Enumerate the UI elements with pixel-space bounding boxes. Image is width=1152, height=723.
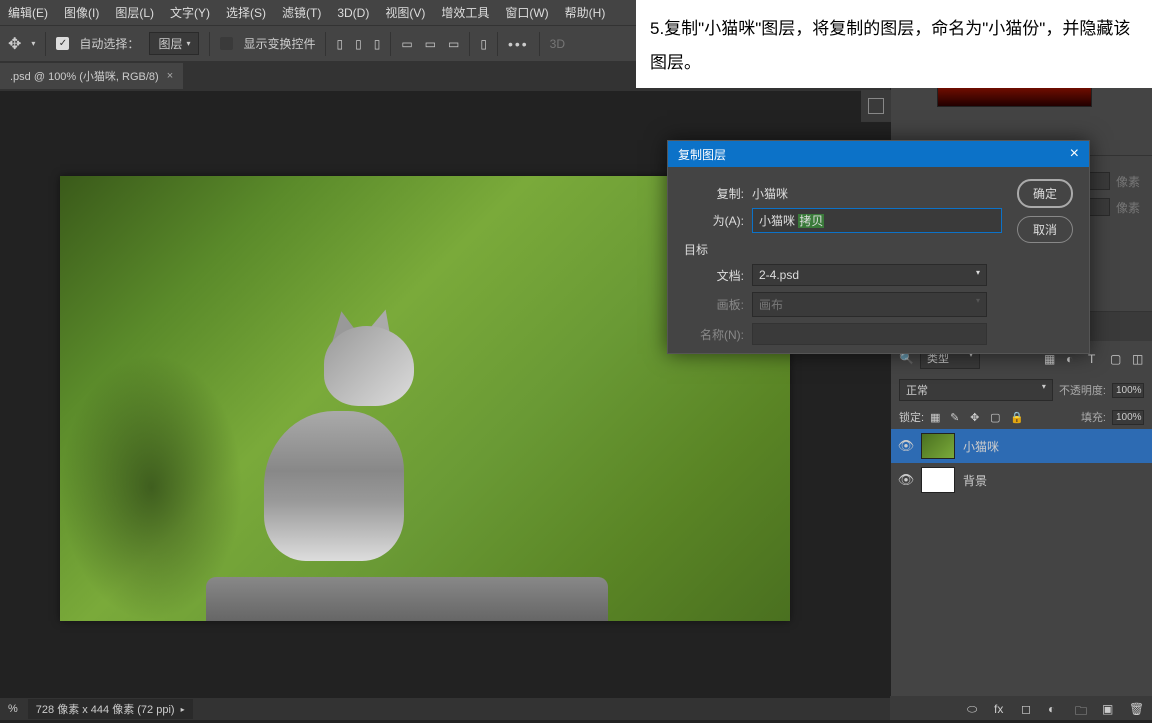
filter-smart-icon[interactable]: ◫ bbox=[1132, 352, 1144, 364]
distribute-icon[interactable]: ▯ bbox=[480, 37, 487, 51]
target-section-label: 目标 bbox=[684, 241, 1005, 258]
pixel-unit: 像素 bbox=[1116, 199, 1140, 216]
visibility-toggle-icon[interactable]: 👁 bbox=[899, 473, 913, 487]
link-layers-icon[interactable]: ⬭ bbox=[967, 702, 980, 715]
doc-dims-box[interactable]: 728 像素 x 444 像素 (72 ppi) ▸ bbox=[28, 699, 193, 719]
lock-row: 锁定: ▦ ✎ ✥ ▢ 🔒 填充: 100% bbox=[891, 405, 1152, 429]
status-bar: % 728 像素 x 444 像素 (72 ppi) ▸ bbox=[0, 698, 890, 720]
adjustment-layer-icon[interactable]: ◐ bbox=[1048, 702, 1061, 715]
separator bbox=[45, 32, 46, 56]
menu-3d[interactable]: 3D(D) bbox=[337, 6, 369, 20]
align-top-icon[interactable]: ▭ bbox=[401, 37, 412, 51]
as-label: 为(A): bbox=[684, 212, 744, 229]
align-left-icon[interactable]: ▯ bbox=[336, 37, 343, 51]
name-label: 名称(N): bbox=[684, 326, 744, 343]
artboard-dropdown: 画布▾ bbox=[752, 292, 987, 317]
menu-filter[interactable]: 滤镜(T) bbox=[282, 4, 321, 21]
ok-button[interactable]: 确定 bbox=[1017, 179, 1073, 208]
menu-edit[interactable]: 编辑(E) bbox=[8, 4, 48, 21]
layer-item[interactable]: 👁 小猫咪 bbox=[891, 429, 1152, 463]
blend-row: 正常▾ 不透明度: 100% bbox=[891, 375, 1152, 405]
fill-value[interactable]: 100% bbox=[1112, 410, 1144, 425]
lock-all-icon[interactable]: 🔒 bbox=[1010, 411, 1022, 423]
layer-list: 👁 小猫咪 👁 背景 bbox=[891, 429, 1152, 497]
copy-label: 复制: bbox=[684, 185, 744, 202]
new-group-icon[interactable]: 🗀 bbox=[1075, 702, 1088, 715]
copy-value: 小猫咪 bbox=[752, 185, 788, 202]
opacity-label: 不透明度: bbox=[1059, 382, 1106, 398]
separator bbox=[390, 32, 391, 56]
valign-icons-group: ▭ ▭ ▭ bbox=[401, 37, 459, 51]
document-dropdown[interactable]: 2-4.psd▾ bbox=[752, 264, 987, 286]
document-label: 文档: bbox=[684, 267, 744, 284]
menu-enhance[interactable]: 增效工具 bbox=[441, 4, 489, 21]
as-input[interactable]: 小猫咪 拷贝 bbox=[752, 208, 1002, 233]
3d-mode-label[interactable]: 3D bbox=[550, 37, 565, 51]
tool-preset-chevron-icon[interactable]: ▾ bbox=[31, 39, 35, 48]
layers-panel-footer: ⬭ fx ◻ ◐ 🗀 ▣ 🗑 bbox=[890, 696, 1152, 720]
document-tab[interactable]: .psd @ 100% (小猫咪, RGB/8) × bbox=[0, 63, 183, 89]
align-v-center-icon[interactable]: ▭ bbox=[425, 37, 436, 51]
doc-tab-title: .psd @ 100% (小猫咪, RGB/8) bbox=[10, 68, 159, 84]
cancel-button[interactable]: 取消 bbox=[1017, 216, 1073, 243]
autoselect-checkbox[interactable]: ✓ bbox=[56, 37, 69, 50]
panel-icon-1[interactable] bbox=[868, 98, 884, 114]
menu-select[interactable]: 选择(S) bbox=[226, 4, 266, 21]
pixel-unit: 像素 bbox=[1116, 173, 1140, 190]
fill-label: 填充: bbox=[1081, 409, 1106, 425]
layer-name[interactable]: 小猫咪 bbox=[963, 438, 999, 455]
dialog-title: 复制图层 bbox=[678, 146, 726, 163]
separator bbox=[539, 32, 540, 56]
menu-window[interactable]: 窗口(W) bbox=[505, 4, 548, 21]
separator bbox=[209, 32, 210, 56]
dialog-close-icon[interactable]: × bbox=[1070, 145, 1079, 163]
new-layer-icon[interactable]: ▣ bbox=[1102, 702, 1115, 715]
menu-text[interactable]: 文字(Y) bbox=[170, 4, 210, 21]
zoom-value[interactable]: % bbox=[8, 703, 18, 715]
align-h-center-icon[interactable]: ▯ bbox=[355, 37, 362, 51]
menu-view[interactable]: 视图(V) bbox=[385, 4, 425, 21]
opacity-value[interactable]: 100% bbox=[1112, 383, 1144, 398]
filter-shape-icon[interactable]: ▢ bbox=[1110, 352, 1122, 364]
more-options-icon[interactable]: ••• bbox=[508, 36, 529, 52]
instruction-text: 5.复制"小猫咪"图层，将复制的图层，命名为"小猫份"，并隐藏该图层。 bbox=[650, 19, 1130, 72]
menu-image[interactable]: 图像(I) bbox=[64, 4, 99, 21]
right-panel-area: 像素 像素 ▾ ⇥ ⤒ ▾ 对齐并分布 图层 通道 路径 🔍 类型▾ bbox=[890, 25, 1152, 720]
chevron-right-icon: ▸ bbox=[181, 705, 185, 714]
align-right-icon[interactable]: ▯ bbox=[374, 37, 381, 51]
name-input bbox=[752, 323, 987, 345]
blend-mode-dropdown[interactable]: 正常▾ bbox=[899, 379, 1053, 401]
lock-brush-icon[interactable]: ✎ bbox=[950, 411, 962, 423]
menu-help[interactable]: 帮助(H) bbox=[565, 4, 606, 21]
layer-item[interactable]: 👁 背景 bbox=[891, 463, 1152, 497]
visibility-toggle-icon[interactable]: 👁 bbox=[899, 439, 913, 453]
panel-toggle-strip bbox=[861, 90, 891, 122]
separator bbox=[497, 32, 498, 56]
layer-thumbnail[interactable] bbox=[921, 433, 955, 459]
autoselect-dropdown[interactable]: 图层▾ bbox=[149, 32, 199, 55]
duplicate-layer-dialog: 复制图层 × 复制: 小猫咪 为(A): 小猫咪 拷贝 目标 文档: 2-4.p… bbox=[667, 140, 1090, 354]
align-bottom-icon[interactable]: ▭ bbox=[448, 37, 459, 51]
align-icons-group: ▯ ▯ ▯ bbox=[336, 37, 380, 51]
layer-style-icon[interactable]: fx bbox=[994, 702, 1007, 715]
dialog-titlebar[interactable]: 复制图层 × bbox=[668, 141, 1089, 167]
separator bbox=[325, 32, 326, 56]
close-tab-icon[interactable]: × bbox=[167, 70, 173, 82]
lock-position-icon[interactable]: ✥ bbox=[970, 411, 982, 423]
separator bbox=[469, 32, 470, 56]
layer-name[interactable]: 背景 bbox=[963, 472, 987, 489]
lock-label: 锁定: bbox=[899, 409, 924, 425]
instruction-overlay: 5.复制"小猫咪"图层，将复制的图层，命名为"小猫份"，并隐藏该图层。 bbox=[636, 0, 1152, 88]
lock-artboard-icon[interactable]: ▢ bbox=[990, 411, 1002, 423]
artboard-label: 画板: bbox=[684, 296, 744, 313]
move-tool-icon[interactable]: ✥ bbox=[8, 34, 21, 54]
menu-layer[interactable]: 图层(L) bbox=[115, 4, 154, 21]
layer-thumbnail[interactable] bbox=[921, 467, 955, 493]
layer-mask-icon[interactable]: ◻ bbox=[1021, 702, 1034, 715]
autoselect-label: 自动选择： bbox=[79, 35, 139, 52]
lock-transparency-icon[interactable]: ▦ bbox=[930, 411, 942, 423]
showtransform-label: 显示变换控件 bbox=[243, 35, 315, 52]
delete-layer-icon[interactable]: 🗑 bbox=[1129, 702, 1142, 715]
showtransform-checkbox[interactable] bbox=[220, 37, 233, 50]
